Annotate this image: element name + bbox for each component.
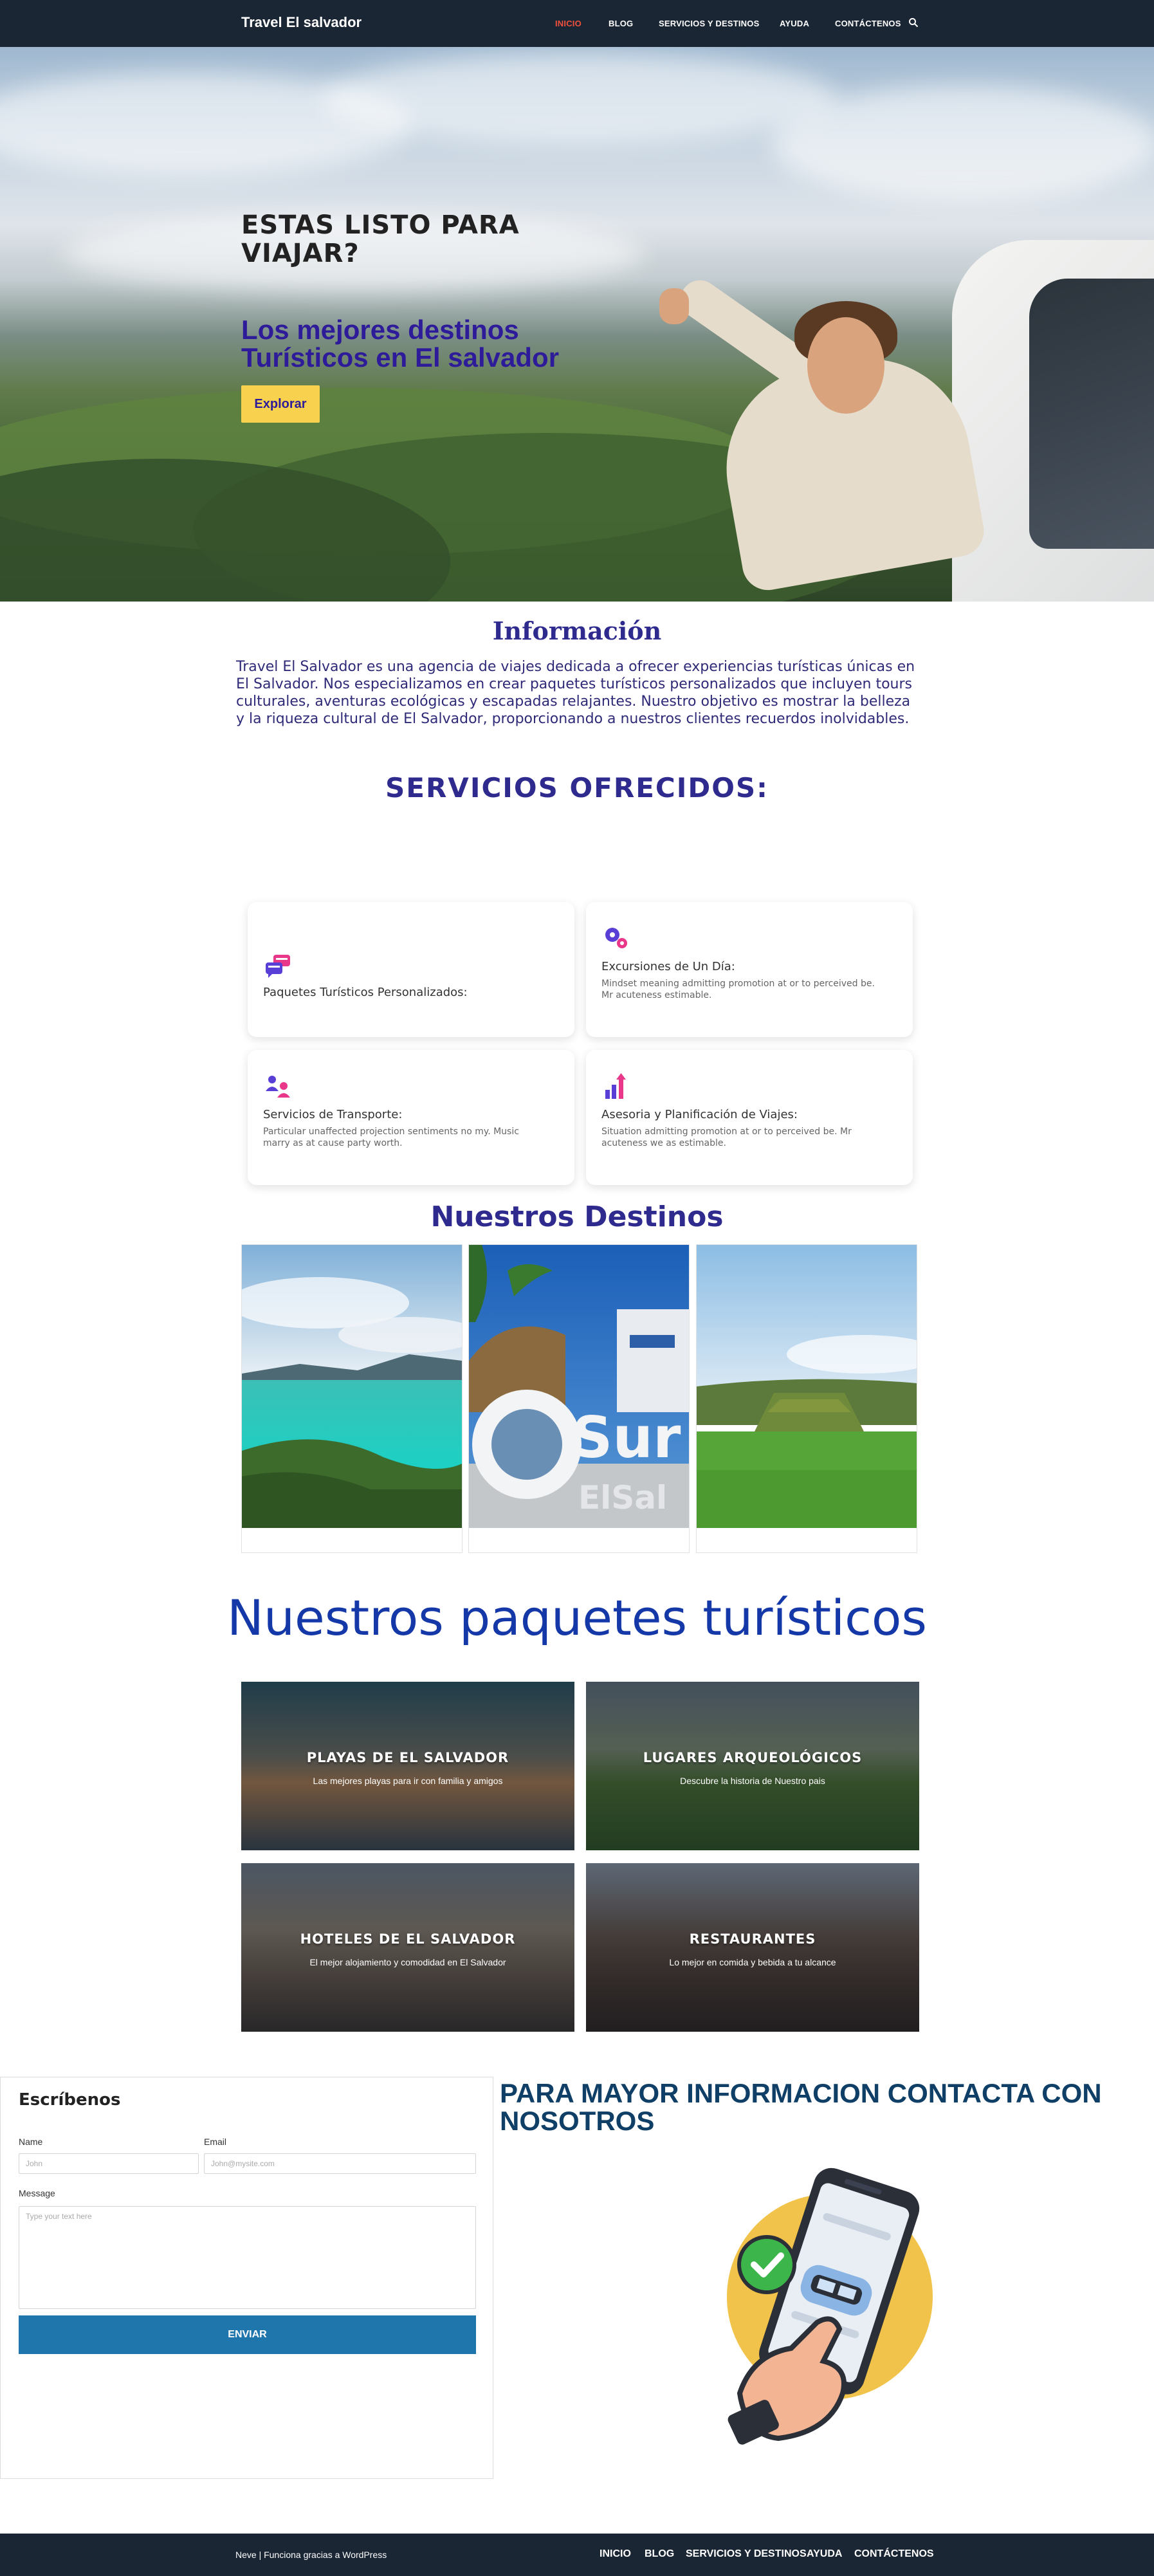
footer-nav-blog[interactable]: BLOG bbox=[645, 2548, 674, 2560]
destination-card[interactable]: Sur ElSal bbox=[468, 1244, 690, 1553]
nav-servicios-destinos[interactable]: SERVICIOS Y DESTINOS bbox=[659, 19, 759, 28]
package-card-archaeology[interactable]: LUGARES ARQUEOLÓGICOS Descubre la histor… bbox=[586, 1682, 919, 1850]
service-card: Servicios de Transporte: Particular unaf… bbox=[248, 1050, 574, 1185]
surf-city-image: Sur ElSal bbox=[469, 1245, 689, 1528]
hero-title: ESTAS LISTO PARA VIAJAR? bbox=[241, 210, 520, 268]
packages-title: Nuestros paquetes turísticos bbox=[226, 1589, 927, 1646]
services-title: SERVICIOS OFRECIDOS: bbox=[385, 772, 769, 804]
page: Travel El salvador INICIO BLOG SERVICIOS… bbox=[0, 0, 1154, 2576]
email-label: Email bbox=[204, 2137, 227, 2147]
users-exchange-icon bbox=[266, 1076, 290, 1098]
package-subtitle: Las mejores playas para ir con familia y… bbox=[313, 1776, 503, 1786]
destinations-title: Nuestros Destinos bbox=[430, 1201, 724, 1233]
nav-contactenos[interactable]: CONTÁCTENOS bbox=[835, 19, 901, 28]
service-title: Asesoria y Planificación de Viajes: bbox=[601, 1108, 798, 1121]
search-icon[interactable] bbox=[908, 17, 919, 28]
chat-bubbles-icon bbox=[266, 955, 290, 978]
form-title: Escríbenos bbox=[19, 2090, 121, 2110]
footer-nav-ayuda[interactable]: AYUDA bbox=[807, 2548, 842, 2560]
hero-subtitle: Los mejores destinos Turísticos en El sa… bbox=[241, 315, 560, 373]
email-input[interactable]: John@mysite.com bbox=[204, 2153, 476, 2174]
package-subtitle: Descubre la historia de Nuestro pais bbox=[680, 1776, 825, 1786]
package-title: RESTAURANTES bbox=[689, 1931, 816, 1947]
nav-inicio[interactable]: INICIO bbox=[555, 19, 582, 28]
service-title: Servicios de Transporte: bbox=[263, 1108, 403, 1121]
svg-text:Sur: Sur bbox=[572, 1404, 681, 1471]
message-label: Message bbox=[19, 2188, 55, 2198]
info-text: Travel El Salvador es una agencia de via… bbox=[236, 659, 915, 727]
package-card-beaches[interactable]: PLAYAS DE EL SALVADOR Las mejores playas… bbox=[241, 1682, 574, 1850]
footer-credit[interactable]: Neve | Funciona gracias a WordPress bbox=[235, 2550, 387, 2560]
contact-title: PARA MAYOR INFORMACION CONTACTA CON NOSO… bbox=[500, 2078, 1102, 2136]
package-title: PLAYAS DE EL SALVADOR bbox=[306, 1750, 509, 1765]
nav-ayuda[interactable]: AYUDA bbox=[780, 19, 809, 28]
growth-chart-icon bbox=[605, 1073, 626, 1099]
package-subtitle: Lo mejor en comida y bebida a tu alcance bbox=[669, 1957, 836, 1967]
service-desc: Situation admitting promotion at or to p… bbox=[601, 1127, 852, 1148]
package-card-restaurants[interactable]: RESTAURANTES Lo mejor en comida y bebida… bbox=[586, 1863, 919, 2032]
footer: Neve | Funciona gracias a WordPress INIC… bbox=[0, 2534, 1154, 2576]
footer-nav-servicios-destinos[interactable]: SERVICIOS Y DESTINOS bbox=[686, 2548, 807, 2560]
info-title: Información bbox=[492, 616, 662, 645]
service-title: Excursiones de Un Día: bbox=[601, 960, 735, 973]
contact-form: Escríbenos Name John Email John@mysite.c… bbox=[0, 2077, 493, 2479]
footer-nav-inicio[interactable]: INICIO bbox=[600, 2548, 631, 2560]
pyramid-image bbox=[697, 1245, 917, 1528]
service-card: Asesoria y Planificación de Viajes: Situ… bbox=[586, 1050, 913, 1185]
nav-blog[interactable]: BLOG bbox=[609, 19, 633, 28]
package-title: HOTELES DE EL SALVADOR bbox=[300, 1931, 516, 1947]
package-card-hotels[interactable]: HOTELES DE EL SALVADOR El mejor alojamie… bbox=[241, 1863, 574, 2032]
site-brand[interactable]: Travel El salvador bbox=[241, 14, 362, 31]
service-desc: Mindset meaning admitting promotion at o… bbox=[601, 979, 875, 1000]
hero-banner: ESTAS LISTO PARA VIAJAR? Los mejores des… bbox=[0, 47, 1154, 602]
footer-nav-contactenos[interactable]: CONTÁCTENOS bbox=[854, 2548, 934, 2560]
svg-text:ElSal: ElSal bbox=[578, 1479, 667, 1516]
message-textarea[interactable]: Type your text here bbox=[19, 2206, 476, 2309]
service-card: Paquetes Turísticos Personalizados: bbox=[248, 902, 574, 1037]
service-desc: Particular unaffected projection sentime… bbox=[263, 1127, 519, 1148]
lake-image bbox=[242, 1245, 462, 1528]
top-navbar: Travel El salvador INICIO BLOG SERVICIOS… bbox=[0, 0, 1154, 47]
explore-button[interactable]: Explorar bbox=[241, 385, 320, 423]
package-subtitle: El mejor alojamiento y comodidad en El S… bbox=[309, 1957, 506, 1967]
package-title: LUGARES ARQUEOLÓGICOS bbox=[643, 1750, 863, 1765]
destination-card[interactable] bbox=[241, 1244, 463, 1553]
name-label: Name bbox=[19, 2137, 43, 2147]
gears-icon bbox=[605, 928, 627, 948]
phone-booking-illustration bbox=[727, 2167, 933, 2445]
name-input[interactable]: John bbox=[19, 2153, 199, 2174]
service-card: Excursiones de Un Día: Mindset meaning a… bbox=[586, 902, 913, 1037]
service-title: Paquetes Turísticos Personalizados: bbox=[263, 986, 468, 999]
submit-button[interactable]: ENVIAR bbox=[19, 2315, 476, 2354]
destination-card[interactable] bbox=[696, 1244, 917, 1553]
